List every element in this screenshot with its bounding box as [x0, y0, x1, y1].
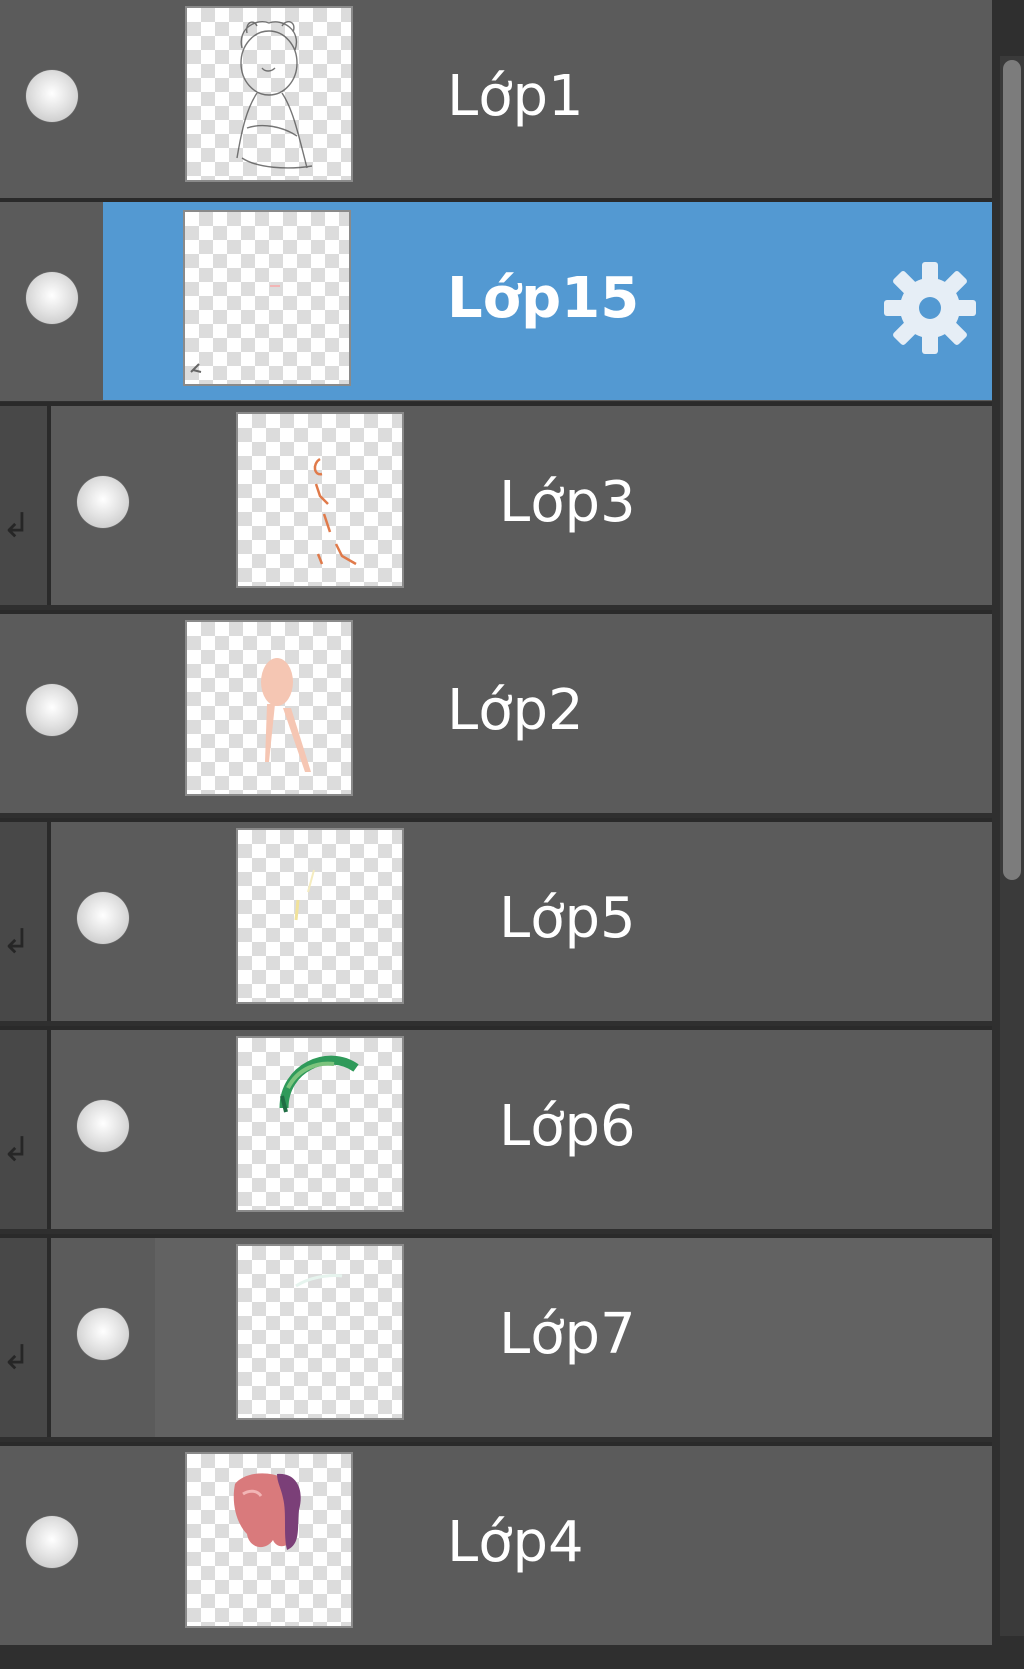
layer-thumbnail — [185, 6, 353, 182]
clip-arrow-icon: ↲ — [2, 1130, 31, 1170]
layer-name: Lớp4 — [447, 1510, 584, 1575]
layer-row-lop2[interactable]: Lớp2 — [0, 614, 992, 813]
layer-thumbnail — [236, 1244, 404, 1420]
layer-name: Lớp15 — [447, 266, 640, 331]
visibility-toggle-icon[interactable] — [26, 1516, 78, 1568]
layer-name: Lớp1 — [447, 64, 584, 129]
vertical-scrollbar[interactable] — [1000, 56, 1024, 1636]
visibility-toggle-icon[interactable] — [77, 1100, 129, 1152]
layer-name: Lớp3 — [499, 470, 636, 535]
thumbnail-art — [313, 457, 357, 566]
thumbnail-art — [233, 1473, 301, 1550]
layer-row-lop6[interactable]: ↲ Lớp6 — [0, 1030, 992, 1229]
layer-row-lop5[interactable]: ↲ Lớp5 — [0, 822, 992, 1021]
layer-name: Lớp5 — [499, 886, 636, 951]
layers-panel: Lớp1 Lớp15 ↲ Lớp3 Lớp2 ↲ Lớp5 ↲ Lớp6 ↲ L… — [0, 0, 1024, 1669]
layer-row-lop15[interactable]: Lớp15 — [0, 202, 992, 401]
layer-row-lop7[interactable]: ↲ Lớp7 — [0, 1238, 992, 1437]
clip-arrow-icon: ↲ — [2, 506, 31, 546]
layer-name: Lớp2 — [447, 678, 584, 743]
scrollbar-thumb[interactable] — [1003, 60, 1021, 880]
thumbnail-art — [279, 1055, 359, 1113]
layer-thumbnail — [236, 412, 404, 588]
visibility-toggle-icon[interactable] — [77, 892, 129, 944]
layer-thumbnail — [185, 620, 353, 796]
layer-thumbnail — [236, 1036, 404, 1212]
visibility-toggle-icon[interactable] — [26, 272, 78, 324]
sketch-thumbnail-art — [236, 21, 313, 169]
visibility-toggle-icon[interactable] — [26, 684, 78, 736]
layer-row-lop1[interactable]: Lớp1 — [0, 0, 992, 199]
layer-thumbnail — [236, 828, 404, 1004]
thumbnail-art — [294, 869, 315, 921]
layer-thumbnail — [183, 210, 351, 386]
layer-row-lop3[interactable]: ↲ Lớp3 — [0, 406, 992, 605]
visibility-toggle-icon[interactable] — [77, 1308, 129, 1360]
visibility-toggle-icon[interactable] — [77, 476, 129, 528]
layer-name: Lớp7 — [499, 1302, 636, 1367]
clip-arrow-icon: ↲ — [2, 922, 31, 962]
thumbnail-art — [190, 285, 280, 373]
layer-row-lop4[interactable]: Lớp4 — [0, 1446, 992, 1645]
gear-icon[interactable] — [880, 258, 980, 358]
thumbnail-art — [295, 1274, 343, 1288]
layer-name: Lớp6 — [499, 1094, 636, 1159]
visibility-toggle-icon[interactable] — [26, 70, 78, 122]
clip-arrow-icon: ↲ — [2, 1338, 31, 1378]
layer-thumbnail — [185, 1452, 353, 1628]
thumbnail-art — [261, 658, 311, 772]
